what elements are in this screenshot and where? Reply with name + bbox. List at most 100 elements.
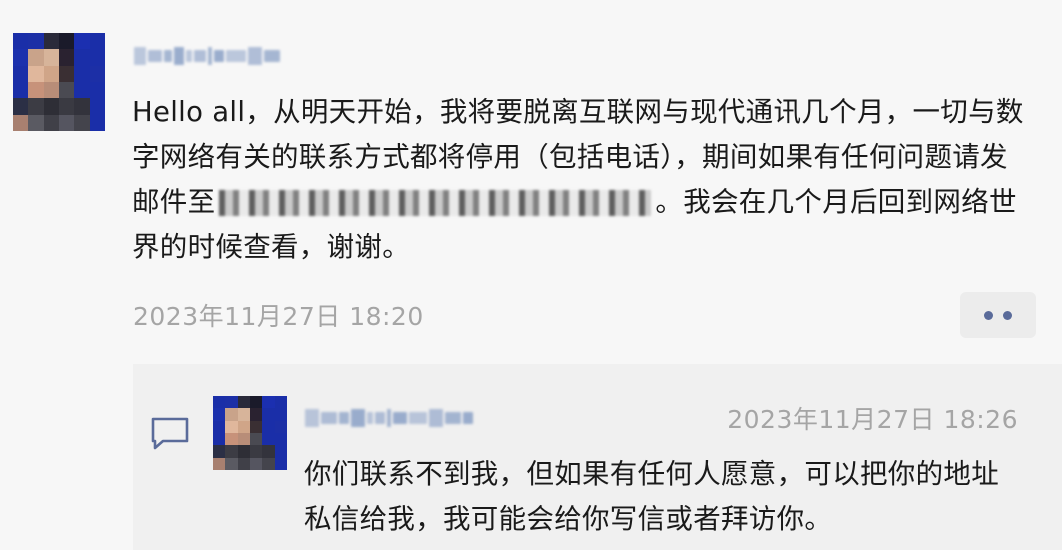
- name-blur-block: [393, 412, 407, 424]
- name-blur-block: [226, 50, 246, 62]
- avatar-pixel: [213, 408, 226, 421]
- reply-author-name[interactable]: [305, 406, 473, 430]
- avatar-pixel: [249, 432, 263, 446]
- avatar-pixel: [225, 445, 238, 458]
- avatar-pixel: [237, 396, 250, 409]
- avatar-pixel: [225, 457, 238, 470]
- avatar-pixel: [274, 396, 287, 409]
- more-dots-icon: [1003, 310, 1012, 320]
- avatar-pixel: [225, 432, 238, 446]
- avatar-pixel: [58, 49, 75, 66]
- avatar-pixel: [213, 445, 226, 458]
- avatar-pixel: [13, 98, 29, 115]
- avatar-pixel: [262, 408, 275, 421]
- post-timestamp: 2023年11月27日 18:20: [133, 302, 424, 331]
- avatar-pixel: [74, 82, 90, 99]
- name-blur-block: [148, 50, 162, 62]
- avatar-pixel: [74, 65, 90, 82]
- avatar-pixel: [213, 420, 226, 433]
- avatar-pixel: [43, 98, 59, 115]
- avatar-pixel: [274, 420, 287, 433]
- avatar-pixel: [58, 114, 75, 131]
- avatar-pixel: [274, 432, 287, 446]
- avatar-pixel: [89, 98, 105, 115]
- avatar-pixel: [237, 432, 250, 446]
- avatar-pixel: [74, 114, 90, 131]
- avatar-pixel: [43, 33, 59, 50]
- avatar-pixel: [274, 408, 287, 421]
- avatar-pixel: [274, 445, 287, 458]
- avatar-pixel: [262, 457, 275, 470]
- comment-bubble-icon: [151, 417, 189, 450]
- redacted-email: [219, 190, 652, 216]
- post-page: Hello all，从明天开始，我将要脱离互联网与现代通讯几个月，一切与数字网络…: [0, 0, 1062, 550]
- reply-timestamp: 2023年11月27日 18:26: [727, 405, 1018, 434]
- avatar-pixel: [58, 82, 75, 99]
- more-button[interactable]: [960, 292, 1036, 338]
- avatar-pixel: [89, 65, 105, 82]
- name-blur-block: [409, 412, 427, 424]
- avatar-pixel: [28, 98, 44, 115]
- avatar-pixel: [249, 457, 263, 470]
- avatar-pixel: [225, 396, 238, 409]
- avatar-pixel: [43, 114, 59, 131]
- avatar-pixel: [58, 98, 75, 115]
- name-blur-block: [194, 50, 206, 62]
- name-blur-block: [387, 409, 391, 427]
- avatar-pixel: [74, 33, 90, 50]
- avatar-pixel: [43, 82, 59, 99]
- name-blur-block: [463, 412, 473, 424]
- avatar-pixel: [225, 408, 238, 421]
- post-body: Hello all，从明天开始，我将要脱离互联网与现代通讯几个月，一切与数字网络…: [132, 90, 1032, 270]
- avatar-pixel: [43, 65, 59, 82]
- avatar-pixel: [13, 114, 29, 131]
- avatar-pixel: [89, 114, 105, 131]
- avatar-pixel: [213, 457, 226, 470]
- avatar-pixel: [13, 65, 29, 82]
- name-blur-block: [351, 409, 365, 427]
- avatar-pixel: [213, 432, 226, 446]
- name-blur-block: [375, 412, 385, 424]
- avatar-pixel: [28, 65, 44, 82]
- avatar-pixel: [89, 49, 105, 66]
- avatar-pixel: [249, 408, 263, 421]
- avatar-pixel: [74, 98, 90, 115]
- name-blur-block: [321, 412, 337, 424]
- name-blur-block: [429, 409, 443, 427]
- name-blur-block: [339, 412, 349, 424]
- name-blur-block: [264, 50, 280, 62]
- name-blur-block: [208, 47, 212, 65]
- avatar-pixel: [274, 457, 287, 470]
- avatar-pixel: [237, 420, 250, 433]
- avatar-pixel: [28, 33, 44, 50]
- avatar-pixel: [89, 82, 105, 99]
- avatar-pixel: [237, 408, 250, 421]
- name-blur-block: [367, 412, 373, 424]
- name-blur-block: [305, 409, 319, 427]
- name-blur-block: [214, 50, 224, 62]
- post-author-avatar[interactable]: [13, 33, 105, 131]
- avatar-pixel: [13, 49, 29, 66]
- name-blur-block: [134, 47, 146, 65]
- avatar-pixel: [249, 396, 263, 409]
- name-blur-block: [445, 412, 461, 424]
- reply-author-avatar[interactable]: [213, 396, 287, 470]
- avatar-pixel: [262, 420, 275, 433]
- name-blur-block: [164, 50, 172, 62]
- avatar-pixel: [58, 65, 75, 82]
- avatar-pixel: [13, 82, 29, 99]
- avatar-pixel: [213, 396, 226, 409]
- avatar-pixel: [249, 445, 263, 458]
- avatar-pixel: [262, 396, 275, 409]
- post-author-name[interactable]: [134, 44, 280, 68]
- name-blur-block: [186, 50, 192, 62]
- avatar-pixel: [28, 114, 44, 131]
- name-blur-block: [174, 47, 184, 65]
- avatar-pixel: [13, 33, 29, 50]
- avatar-pixel: [89, 33, 105, 50]
- avatar-pixel: [28, 82, 44, 99]
- avatar-pixel: [262, 432, 275, 446]
- avatar-pixel: [262, 445, 275, 458]
- reply-body: 你们联系不到我，但如果有任何人愿意，可以把你的地址私信给我，我可能会给你写信或者…: [304, 458, 999, 535]
- avatar-pixel: [225, 420, 238, 433]
